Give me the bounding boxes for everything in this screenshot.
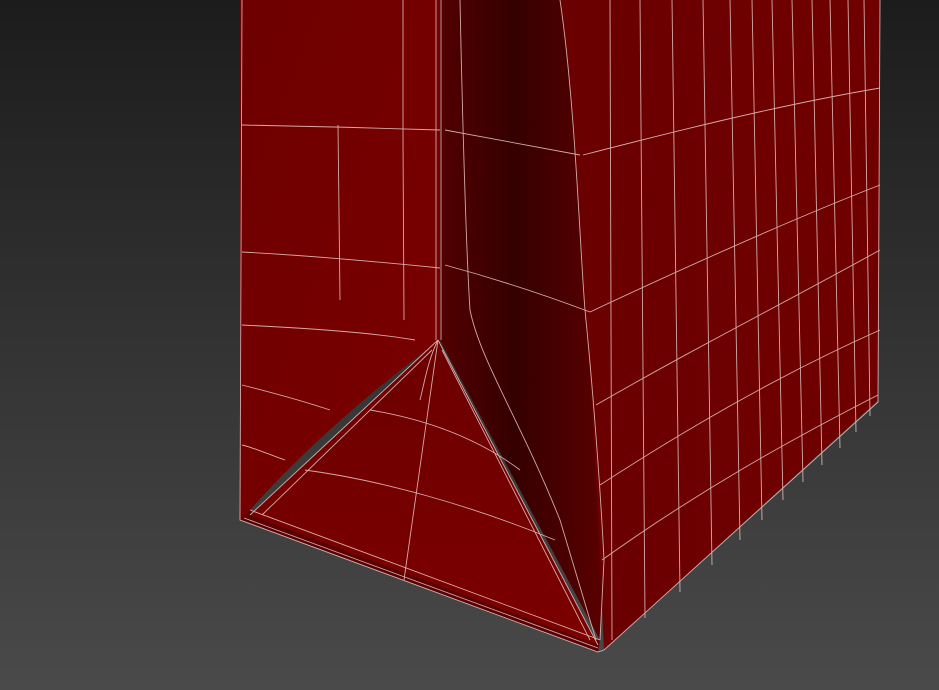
3d-viewport[interactable] [0,0,939,690]
